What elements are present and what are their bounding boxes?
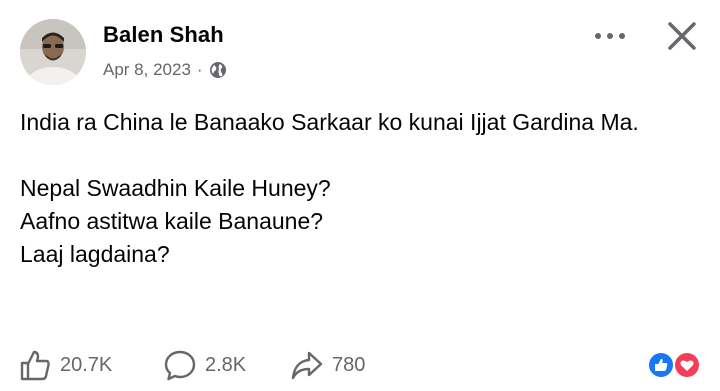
avatar[interactable] xyxy=(20,19,86,85)
like-count: 20.7K xyxy=(60,353,113,376)
globe-icon[interactable] xyxy=(209,61,227,79)
post-date[interactable]: Apr 8, 2023 xyxy=(103,60,191,80)
share-icon xyxy=(291,351,323,380)
comment-button[interactable]: 2.8K xyxy=(163,348,246,382)
like-reaction-icon xyxy=(647,351,675,379)
close-icon[interactable] xyxy=(664,18,700,54)
author-name[interactable]: Balen Shah xyxy=(103,22,224,48)
like-button[interactable]: 20.7K xyxy=(18,348,112,382)
meta-separator: · xyxy=(196,60,203,79)
facebook-post: Balen Shah Apr 8, 2023 · India ra China … xyxy=(0,0,720,391)
share-count: 780 xyxy=(332,353,366,376)
love-reaction-icon xyxy=(673,351,701,379)
post-line: Aafno astitwa kaile Banaune? xyxy=(20,208,324,234)
post-line: Laaj lagdaina? xyxy=(20,241,170,267)
post-line: India ra China le Banaako Sarkaar ko kun… xyxy=(20,109,639,135)
post-line: Nepal Swaadhin Kaile Huney? xyxy=(20,175,331,201)
thumbs-up-icon xyxy=(20,350,50,381)
reactions-summary[interactable] xyxy=(647,350,703,380)
post-body: India ra China le Banaako Sarkaar ko kun… xyxy=(20,106,700,271)
comment-count: 2.8K xyxy=(205,353,247,376)
post-meta: Apr 8, 2023 · xyxy=(103,60,227,80)
share-button[interactable]: 780 xyxy=(290,348,365,382)
more-horizontal-icon[interactable] xyxy=(593,26,627,46)
comment-icon xyxy=(164,350,196,381)
avatar-image xyxy=(20,19,86,85)
